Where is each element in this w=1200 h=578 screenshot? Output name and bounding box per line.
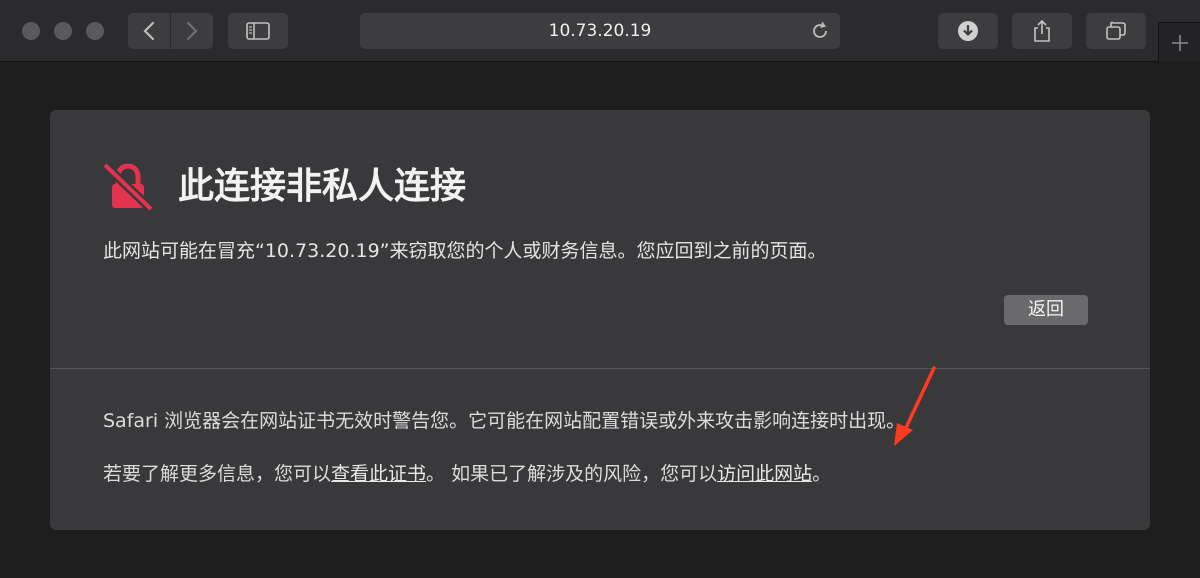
show-tabs-button[interactable] — [1086, 13, 1146, 49]
zoom-window-button[interactable] — [86, 22, 104, 40]
url-text[interactable]: 10.73.20.19 — [360, 13, 840, 49]
browser-toolbar: 10.73.20.19 — [0, 0, 1200, 62]
annotation-arrow-icon — [894, 366, 936, 446]
sidebar-icon — [246, 22, 270, 40]
more-info-middle: 。 如果已了解涉及的风险，您可以 — [426, 463, 718, 485]
go-back-button[interactable]: 返回 — [1004, 295, 1088, 325]
sidebar-button[interactable] — [228, 13, 288, 49]
more-info-prefix: 若要了解更多信息，您可以 — [103, 463, 332, 485]
visit-website-link[interactable]: 访问此网站 — [717, 463, 812, 485]
new-tab-icon — [1171, 34, 1188, 51]
tabs-icon — [1106, 21, 1126, 40]
reload-icon[interactable] — [810, 21, 830, 41]
new-tab-button[interactable] — [1158, 22, 1200, 62]
certificate-info-text: Safari 浏览器会在网站证书无效时警告您。它可能在网站配置错误或外来攻击影响… — [103, 410, 906, 432]
share-icon — [1034, 19, 1050, 42]
close-window-button[interactable] — [22, 22, 40, 40]
back-button[interactable] — [128, 13, 170, 49]
forward-button[interactable] — [171, 13, 213, 49]
minimize-window-button[interactable] — [54, 22, 72, 40]
forward-icon — [186, 21, 198, 41]
view-certificate-link[interactable]: 查看此证书 — [331, 463, 426, 485]
share-button[interactable] — [1012, 13, 1072, 49]
privacy-warning-panel: 此连接非私人连接 此网站可能在冒充“10.73.20.19”来窃取您的个人或财务… — [50, 110, 1150, 530]
divider — [50, 368, 1150, 369]
address-bar[interactable]: 10.73.20.19 — [360, 13, 840, 49]
download-icon — [958, 21, 978, 41]
back-icon — [143, 21, 155, 41]
warning-description: 此网站可能在冒充“10.73.20.19”来窃取您的个人或财务信息。您应回到之前… — [103, 240, 827, 262]
more-info-line: 若要了解更多信息，您可以查看此证书。 如果已了解涉及的风险，您可以访问此网站。 — [103, 459, 831, 489]
more-info-suffix: 。 — [812, 463, 832, 485]
downloads-button[interactable] — [938, 13, 998, 49]
broken-lock-icon — [102, 162, 154, 212]
warning-title: 此连接非私人连接 — [178, 166, 467, 207]
